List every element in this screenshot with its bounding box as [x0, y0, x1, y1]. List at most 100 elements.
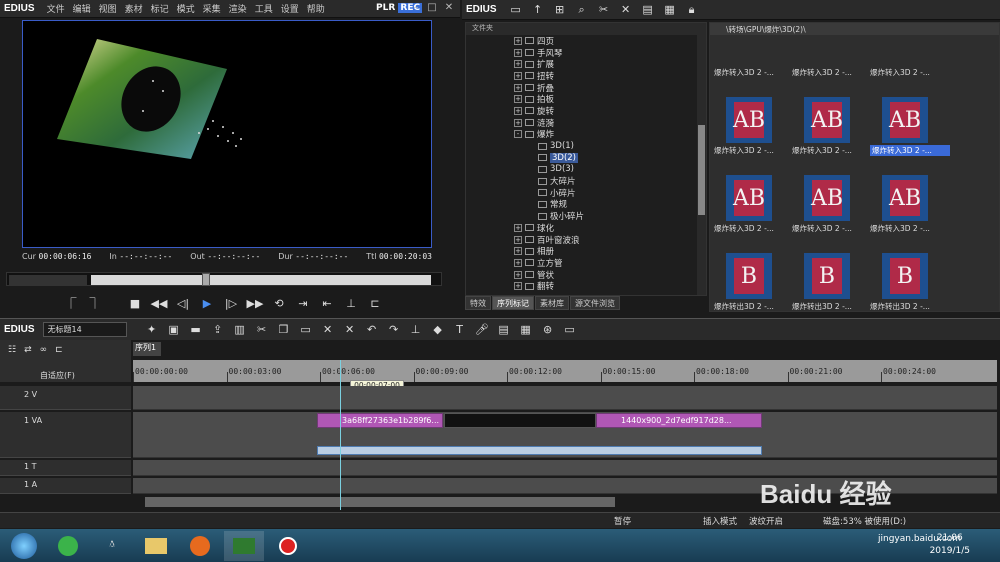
lock-icon[interactable]: 🔒︎: [681, 1, 703, 19]
tab-asset-library[interactable]: 素材库: [535, 296, 569, 310]
track-2v-lane[interactable]: [133, 386, 997, 410]
tree-scrollbar[interactable]: [697, 35, 706, 295]
minimize-icon[interactable]: –: [410, 2, 422, 14]
expand-icon[interactable]: +: [514, 83, 522, 92]
scrub-track[interactable]: [91, 275, 431, 285]
tree-item[interactable]: 3D(3): [514, 164, 706, 176]
redo-icon[interactable]: ↷: [383, 321, 405, 339]
transition-thumbnail[interactable]: AB: [726, 175, 772, 221]
video-clip-2[interactable]: 1440x900_2d7edf917d28...: [596, 413, 762, 428]
maximize-icon[interactable]: □: [426, 2, 438, 14]
step-back-icon[interactable]: ◁|: [172, 294, 194, 312]
app-360-icon[interactable]: [48, 531, 88, 561]
set-out-icon[interactable]: ⏋: [84, 294, 106, 312]
tree-item[interactable]: + 相册: [514, 245, 706, 257]
menu-view[interactable]: 视图: [95, 2, 121, 15]
expand-icon[interactable]: +: [514, 118, 522, 127]
expand-icon[interactable]: +: [514, 48, 522, 57]
title-icon[interactable]: T: [449, 321, 471, 339]
thumbnail-caption[interactable]: 爆炸转入3D 2 -...: [714, 67, 794, 78]
expand-icon[interactable]: +: [514, 60, 522, 69]
expand-icon[interactable]: +: [514, 247, 522, 256]
menu-mode[interactable]: 模式: [173, 2, 199, 15]
split-icon[interactable]: ⊥: [340, 294, 362, 312]
tree-item[interactable]: + 球化: [514, 222, 706, 234]
tree-item[interactable]: - 爆炸: [514, 129, 706, 140]
expand-icon[interactable]: +: [514, 235, 522, 244]
project-name[interactable]: 无标题14: [42, 322, 127, 337]
sync-lock-icon[interactable]: ⊏: [55, 345, 63, 355]
firefox-icon[interactable]: [180, 531, 220, 561]
menu-tools[interactable]: 工具: [251, 2, 277, 15]
track-1va-header[interactable]: 1 VA: [0, 412, 131, 458]
delete-icon[interactable]: ✕: [615, 1, 637, 19]
scrub-handle[interactable]: [202, 273, 210, 286]
menu-capture[interactable]: 采集: [199, 2, 225, 15]
search-icon[interactable]: ⌕: [571, 1, 593, 19]
audio-waveform[interactable]: [317, 446, 762, 455]
save-icon[interactable]: ▬: [185, 321, 207, 339]
tab-sequence-markers[interactable]: 序列标记: [492, 296, 534, 310]
expand-icon[interactable]: -: [514, 130, 522, 139]
track-1va-lane[interactable]: 3a68ff27363e1b289f6... 1440x900_2d7edf91…: [133, 412, 997, 458]
thumbnail-caption[interactable]: 爆炸转出3D 2 -...: [792, 301, 872, 312]
menu-help[interactable]: 帮助: [303, 2, 329, 15]
tree-item[interactable]: + 扭转: [514, 70, 706, 82]
expand-icon[interactable]: +: [514, 36, 522, 45]
import-icon[interactable]: ⇪: [207, 321, 229, 339]
thumbnail-caption[interactable]: 爆炸转入3D 2 -...: [714, 145, 794, 156]
open-icon[interactable]: ▣: [163, 321, 185, 339]
delete-clip-icon[interactable]: ✕: [317, 321, 339, 339]
menu-file[interactable]: 文件: [43, 2, 69, 15]
paste-icon[interactable]: ▭: [295, 321, 317, 339]
voiceover-icon[interactable]: 🎤︎: [471, 321, 493, 339]
tree-scroll-thumb[interactable]: [698, 125, 705, 215]
rewind-icon[interactable]: ◀◀: [148, 294, 170, 312]
tree-item[interactable]: + 扩展: [514, 58, 706, 70]
transition-thumbnail[interactable]: B: [804, 253, 850, 299]
tree-item[interactable]: 常规: [514, 199, 706, 210]
tree-item[interactable]: + 旋转: [514, 105, 706, 117]
expand-icon[interactable]: +: [514, 258, 522, 267]
grid-icon[interactable]: ▦: [515, 321, 537, 339]
track-mode-icon[interactable]: ⇄: [24, 345, 32, 355]
zoom-select[interactable]: 自适应(F): [0, 360, 131, 382]
tree-item[interactable]: + 立方管: [514, 257, 706, 269]
file-explorer-icon[interactable]: [136, 531, 176, 561]
start-button[interactable]: [4, 531, 44, 561]
expand-icon[interactable]: +: [514, 282, 522, 291]
ripple-delete-icon[interactable]: ✕: [339, 321, 361, 339]
sync-icon[interactable]: ⊛: [537, 321, 559, 339]
stop-icon[interactable]: ■: [124, 294, 146, 312]
tree-item[interactable]: + 管状: [514, 269, 706, 281]
undo-icon[interactable]: ↶: [361, 321, 383, 339]
view-mode-icon[interactable]: ▦: [659, 1, 681, 19]
tree-item[interactable]: + 拍板: [514, 93, 706, 105]
properties-icon[interactable]: ▤: [637, 1, 659, 19]
transition-thumbnail[interactable]: AB: [804, 97, 850, 143]
up-folder-icon[interactable]: ↑: [527, 1, 549, 19]
folder-icon[interactable]: ▭: [505, 1, 527, 19]
scrub-bar[interactable]: [6, 272, 442, 286]
track-layout-icon[interactable]: ☷: [8, 345, 16, 355]
loop-icon[interactable]: ⟲: [268, 294, 290, 312]
output-icon[interactable]: ▭: [559, 321, 581, 339]
transition-thumbnail[interactable]: AB: [882, 175, 928, 221]
qq-icon[interactable]: 🐧︎: [92, 531, 132, 561]
tree-item[interactable]: + 折叠: [514, 82, 706, 94]
tree-item[interactable]: + 涟漪: [514, 117, 706, 129]
edius-taskbar-icon[interactable]: [224, 530, 264, 561]
fast-forward-icon[interactable]: ▶▶: [244, 294, 266, 312]
tree-item[interactable]: 极小碎片: [514, 210, 706, 222]
jog-slider[interactable]: [9, 275, 87, 285]
disk-icon[interactable]: ▥: [229, 321, 251, 339]
thumbnail-caption[interactable]: 爆炸转入3D 2 -...: [792, 223, 872, 234]
thumbnail-caption[interactable]: 爆炸转入3D 2 -...: [714, 223, 794, 234]
mixer-icon[interactable]: ⊥: [405, 321, 427, 339]
link-icon[interactable]: ∞: [40, 345, 48, 355]
timeline-hscrollbar[interactable]: [145, 497, 615, 507]
menu-render[interactable]: 渲染: [225, 2, 251, 15]
keyframe-icon[interactable]: ◆: [427, 321, 449, 339]
thumbnail-caption[interactable]: 爆炸转入3D 2 -...: [870, 223, 950, 234]
transition-thumbnail[interactable]: AB: [882, 97, 928, 143]
